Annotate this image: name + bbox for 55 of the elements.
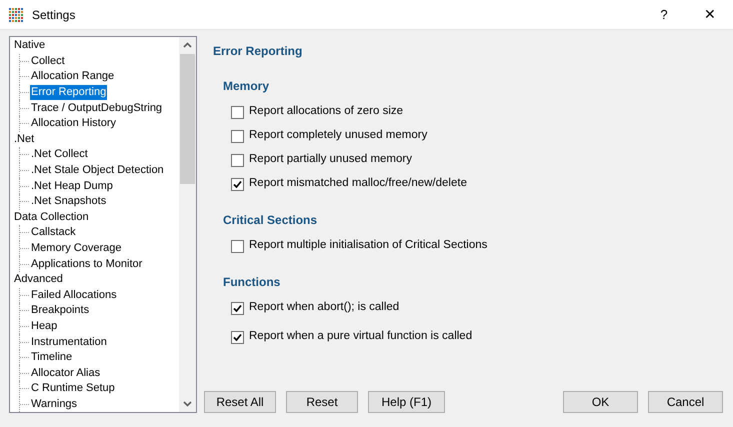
tree-item[interactable]: Trace / OutputDebugString	[30, 100, 164, 116]
tree-item[interactable]: Applications to Monitor	[30, 256, 144, 272]
tree-item[interactable]: .Net Heap Dump	[30, 178, 114, 194]
tree-item[interactable]: Allocation Range	[30, 69, 116, 84]
option-label: Report allocations of zero size	[249, 104, 404, 120]
tree-item[interactable]: .Net Collect	[30, 147, 89, 162]
option-label: Report multiple initialisation of Critical Sections	[249, 238, 488, 254]
app-icon	[8, 6, 24, 22]
tree-item[interactable]: .Net Stale Object Detection	[30, 163, 165, 178]
dialog-button[interactable]: Reset All	[204, 391, 276, 413]
option-label: Report mismatched malloc/free/new/delete	[249, 176, 467, 192]
section-heading: Critical Sections	[223, 212, 318, 229]
tree-item[interactable]: Breakpoints	[30, 303, 90, 318]
tree-item[interactable]: Allocation History	[30, 116, 117, 132]
option-label: Report when a pure virtual function is called	[249, 329, 472, 344]
checkbox[interactable]	[231, 106, 244, 118]
scrollbar[interactable]	[179, 37, 196, 412]
checkbox[interactable]	[231, 178, 244, 190]
scroll-thumb[interactable]	[180, 54, 195, 184]
tree-item[interactable]: Data Collection	[13, 210, 90, 225]
tree-item[interactable]: Heap	[30, 318, 58, 334]
tree-item[interactable]: Allocator Alias	[30, 366, 102, 381]
section-heading: Functions	[223, 274, 282, 291]
section-heading: Memory	[223, 78, 270, 95]
tree-item[interactable]: Native	[13, 38, 46, 54]
tree-item[interactable]: Timeline	[30, 350, 74, 366]
option-label: Report completely unused memory	[249, 128, 428, 144]
scroll-down-icon[interactable]	[183, 401, 192, 407]
checkbox[interactable]	[231, 240, 244, 252]
checkbox[interactable]	[231, 330, 244, 344]
tree-item[interactable]: Warnings	[30, 396, 78, 412]
dialog-button[interactable]: OK	[563, 391, 638, 413]
tree-item[interactable]: Collect	[30, 54, 66, 69]
help-button[interactable]: ?	[641, 0, 687, 30]
option-label: Report partially unused memory	[249, 152, 412, 168]
dialog-button[interactable]: Help (F1)	[368, 391, 445, 413]
tree-item[interactable]: Callstack	[30, 225, 77, 240]
window-title: Settings	[32, 6, 76, 24]
checkbox[interactable]	[231, 130, 244, 142]
tree-item[interactable]: Advanced	[13, 272, 64, 288]
scroll-up-icon[interactable]	[183, 42, 192, 48]
checkbox[interactable]	[231, 302, 244, 314]
page-title: Error Reporting	[213, 43, 304, 60]
close-button[interactable]: ✕	[687, 0, 733, 30]
tree-item[interactable]: Instrumentation	[30, 334, 108, 350]
tree-item[interactable]: .Net Snapshots	[30, 194, 108, 210]
dialog-button[interactable]: Cancel	[648, 391, 723, 413]
tree-item[interactable]: .Net	[13, 132, 36, 147]
tree-item[interactable]: Failed Allocations	[30, 288, 118, 303]
tree-item[interactable]: C Runtime Setup	[30, 381, 116, 396]
option-label: Report when abort(); is called	[249, 300, 400, 316]
tree-item[interactable]: Memory Coverage	[30, 241, 122, 256]
dialog-button[interactable]: Reset	[286, 391, 358, 413]
tree-item[interactable]: Error Reporting	[30, 85, 108, 100]
checkbox[interactable]	[231, 154, 244, 166]
